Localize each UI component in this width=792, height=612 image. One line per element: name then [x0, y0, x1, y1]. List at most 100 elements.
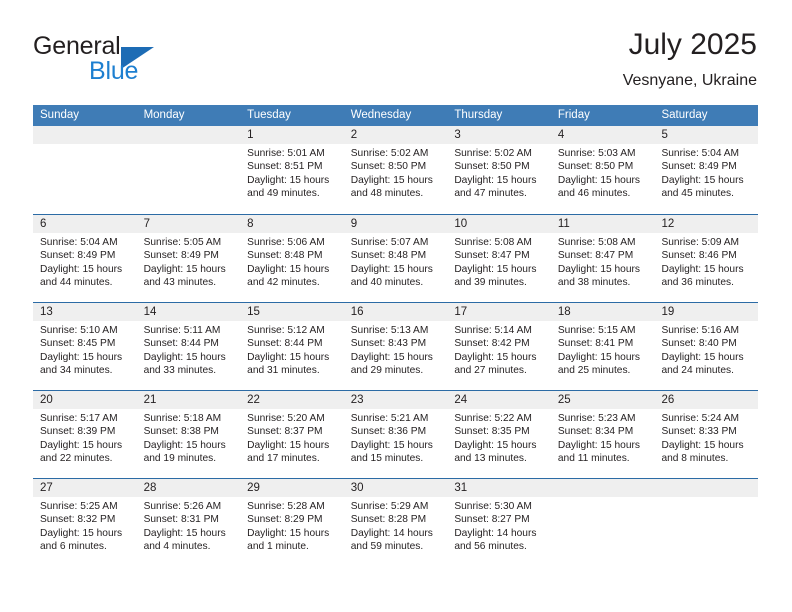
- daylight-text-line1: Daylight: 15 hours: [350, 174, 433, 186]
- day-sun-info: Sunrise: 5:13 AM Sunset: 8:43 PM Daylight:…: [351, 324, 442, 378]
- calendar-day-cell[interactable]: 19 Sunrise: 5:16 AM Sunset: 8:40 PM Dayligh…: [654, 303, 758, 390]
- day-number: 25: [557, 394, 571, 406]
- day-sun-info: Sunrise: 5:14 AM Sunset: 8:42 PM Daylight:…: [454, 324, 545, 378]
- sunset-text: Sunset: 8:41 PM: [557, 338, 634, 350]
- weekday-header-row: Sunday Monday Tuesday Wednesday Thursday…: [33, 105, 758, 126]
- sunset-text: Sunset: 8:43 PM: [350, 338, 427, 350]
- day-sun-info: Sunrise: 5:11 AM Sunset: 8:44 PM Daylight:…: [144, 324, 235, 378]
- calendar-week-row: 1 Sunrise: 5:01 AM Sunset: 8:51 PM Daylight…: [33, 126, 758, 214]
- day-number: 20: [40, 394, 53, 406]
- calendar-day-cell[interactable]: 10 Sunrise: 5:08 AM Sunset: 8:47 PM Dayligh…: [447, 215, 551, 302]
- daylight-text-line1: Daylight: 14 hours: [350, 527, 433, 539]
- calendar-day-cell[interactable]: 18 Sunrise: 5:15 AM Sunset: 8:41 PM Dayligh…: [551, 303, 655, 390]
- calendar-day-cell[interactable]: 3 Sunrise: 5:02 AM Sunset: 8:50 PM Daylight…: [447, 126, 551, 214]
- daylight-text-line2: and 8 minutes.: [661, 453, 729, 465]
- day-number: 1: [247, 129, 254, 141]
- calendar-day-cell[interactable]: 6 Sunrise: 5:04 AM Sunset: 8:49 PM Daylight…: [33, 215, 137, 302]
- day-sun-info: Sunrise: 5:04 AM Sunset: 8:49 PM Daylight:…: [40, 236, 131, 290]
- calendar-day-cell[interactable]: 16 Sunrise: 5:13 AM Sunset: 8:43 PM Dayligh…: [344, 303, 448, 390]
- daylight-text-line2: and 11 minutes.: [557, 453, 630, 465]
- daylight-text-line2: and 45 minutes.: [661, 188, 734, 200]
- daylight-text-line1: Daylight: 15 hours: [143, 263, 226, 275]
- sunset-text: Sunset: 8:49 PM: [661, 161, 737, 173]
- sunrise-text: Sunrise: 5:22 AM: [454, 413, 532, 424]
- daylight-text-line1: Daylight: 15 hours: [247, 263, 330, 275]
- daylight-text-line1: Daylight: 15 hours: [247, 174, 330, 186]
- daylight-text-line2: and 40 minutes.: [350, 277, 424, 289]
- sunset-text: Sunset: 8:35 PM: [454, 426, 530, 438]
- calendar-day-cell[interactable]: 9 Sunrise: 5:07 AM Sunset: 8:48 PM Daylight…: [344, 215, 448, 302]
- calendar-day-cell[interactable]: 8 Sunrise: 5:06 AM Sunset: 8:48 PM Daylight…: [240, 215, 344, 302]
- day-sun-info: Sunrise: 5:20 AM Sunset: 8:37 PM Daylight:…: [247, 412, 338, 466]
- day-number: 6: [40, 218, 47, 230]
- calendar-day-cell[interactable]: 31 Sunrise: 5:30 AM Sunset: 8:27 PM Dayligh…: [447, 479, 551, 566]
- calendar-day-cell[interactable]: 28 Sunrise: 5:26 AM Sunset: 8:31 PM Dayligh…: [137, 479, 241, 566]
- sunrise-text: Sunrise: 5:17 AM: [40, 413, 118, 424]
- calendar-day-cell[interactable]: 7 Sunrise: 5:05 AM Sunset: 8:49 PM Daylight…: [137, 215, 241, 302]
- calendar-day-cell[interactable]: 22 Sunrise: 5:20 AM Sunset: 8:37 PM Dayligh…: [240, 391, 344, 478]
- day-number: 23: [350, 394, 364, 406]
- calendar-day-cell[interactable]: 13 Sunrise: 5:10 AM Sunset: 8:45 PM Dayligh…: [33, 303, 137, 390]
- calendar-day-cell[interactable]: 11 Sunrise: 5:08 AM Sunset: 8:47 PM Dayligh…: [551, 215, 655, 302]
- day-sun-info: Sunrise: 5:05 AM Sunset: 8:49 PM Daylight:…: [144, 236, 235, 290]
- day-number: 5: [661, 129, 668, 141]
- calendar-day-cell[interactable]: 12 Sunrise: 5:09 AM Sunset: 8:46 PM Dayligh…: [654, 215, 758, 302]
- daylight-text-line2: and 36 minutes.: [661, 277, 734, 289]
- calendar-weeks: 1 Sunrise: 5:01 AM Sunset: 8:51 PM Daylight…: [33, 126, 758, 566]
- calendar-day-cell[interactable]: 21 Sunrise: 5:18 AM Sunset: 8:38 PM Dayligh…: [137, 391, 241, 478]
- day-number: 8: [247, 218, 254, 230]
- calendar-day-cell[interactable]: 29 Sunrise: 5:28 AM Sunset: 8:29 PM Dayligh…: [240, 479, 344, 566]
- calendar-day-cell[interactable]: 5 Sunrise: 5:04 AM Sunset: 8:49 PM Daylight…: [654, 126, 758, 214]
- day-sun-info: Sunrise: 5:12 AM Sunset: 8:44 PM Daylight:…: [247, 324, 338, 378]
- sunset-text: Sunset: 8:32 PM: [40, 514, 116, 526]
- weekday-header-friday: Friday: [557, 109, 590, 121]
- calendar-day-cell-empty: [137, 126, 241, 214]
- calendar-day-cell[interactable]: 2 Sunrise: 5:02 AM Sunset: 8:50 PM Daylight…: [344, 126, 448, 214]
- daylight-text-line1: Daylight: 15 hours: [557, 439, 641, 451]
- calendar-day-cell-empty: [654, 479, 758, 566]
- calendar-day-cell[interactable]: 1 Sunrise: 5:01 AM Sunset: 8:51 PM Daylight…: [240, 126, 344, 214]
- sunset-text: Sunset: 8:47 PM: [557, 250, 634, 262]
- calendar-day-cell[interactable]: 14 Sunrise: 5:11 AM Sunset: 8:44 PM Dayligh…: [137, 303, 241, 390]
- sunrise-text: Sunrise: 5:18 AM: [143, 413, 222, 424]
- day-number: 4: [557, 129, 565, 141]
- day-number: 14: [143, 306, 157, 318]
- sunset-text: Sunset: 8:51 PM: [247, 161, 323, 173]
- day-number: 27: [40, 482, 53, 494]
- weekday-header-thursday: Thursday: [454, 109, 503, 121]
- sunrise-text: Sunrise: 5:02 AM: [350, 148, 429, 159]
- sunrise-text: Sunrise: 5:08 AM: [557, 237, 636, 248]
- sunset-text: Sunset: 8:48 PM: [350, 250, 427, 262]
- daylight-text-line2: and 19 minutes.: [143, 453, 217, 465]
- sunset-text: Sunset: 8:44 PM: [143, 338, 219, 350]
- logo-text-blue: Blue: [89, 57, 139, 85]
- daylight-text-line2: and 48 minutes.: [350, 188, 424, 200]
- sunrise-text: Sunrise: 5:16 AM: [661, 325, 740, 336]
- daylight-text-line2: and 38 minutes.: [557, 277, 631, 289]
- calendar-day-cell[interactable]: 17 Sunrise: 5:14 AM Sunset: 8:42 PM Dayligh…: [447, 303, 551, 390]
- calendar-day-cell[interactable]: 20 Sunrise: 5:17 AM Sunset: 8:39 PM Dayligh…: [33, 391, 137, 478]
- calendar-day-cell[interactable]: 27 Sunrise: 5:25 AM Sunset: 8:32 PM Dayligh…: [33, 479, 137, 566]
- sunset-text: Sunset: 8:34 PM: [557, 426, 634, 438]
- daylight-text-line1: Daylight: 15 hours: [350, 439, 433, 451]
- day-number: 13: [40, 306, 53, 318]
- day-sun-info: Sunrise: 5:22 AM Sunset: 8:35 PM Daylight:…: [454, 412, 545, 466]
- day-number: 31: [454, 482, 468, 494]
- calendar-day-cell[interactable]: 15 Sunrise: 5:12 AM Sunset: 8:44 PM Dayligh…: [240, 303, 344, 390]
- daylight-text-line2: and 1 minute.: [247, 541, 309, 553]
- day-sun-info: Sunrise: 5:21 AM Sunset: 8:36 PM Daylight:…: [351, 412, 442, 466]
- calendar-day-cell[interactable]: 25 Sunrise: 5:23 AM Sunset: 8:34 PM Dayligh…: [551, 391, 655, 478]
- daylight-text-line1: Daylight: 15 hours: [557, 263, 641, 275]
- daylight-text-line1: Daylight: 15 hours: [40, 527, 123, 539]
- calendar-day-cell[interactable]: 4 Sunrise: 5:03 AM Sunset: 8:50 PM Daylight…: [551, 126, 655, 214]
- sunset-text: Sunset: 8:28 PM: [350, 514, 427, 526]
- day-sun-info: Sunrise: 5:24 AM Sunset: 8:33 PM Daylight:…: [661, 412, 752, 466]
- calendar-day-cell[interactable]: 23 Sunrise: 5:21 AM Sunset: 8:36 PM Dayligh…: [344, 391, 448, 478]
- daylight-text-line2: and 59 minutes.: [350, 541, 424, 553]
- day-sun-info: Sunrise: 5:26 AM Sunset: 8:31 PM Daylight:…: [144, 500, 235, 554]
- calendar-day-cell[interactable]: 30 Sunrise: 5:29 AM Sunset: 8:28 PM Dayligh…: [344, 479, 448, 566]
- daylight-text-line2: and 33 minutes.: [143, 365, 217, 377]
- calendar-day-cell[interactable]: 26 Sunrise: 5:24 AM Sunset: 8:33 PM Dayligh…: [654, 391, 758, 478]
- calendar-day-cell[interactable]: 24 Sunrise: 5:22 AM Sunset: 8:35 PM Dayligh…: [447, 391, 551, 478]
- sunset-text: Sunset: 8:27 PM: [454, 514, 530, 526]
